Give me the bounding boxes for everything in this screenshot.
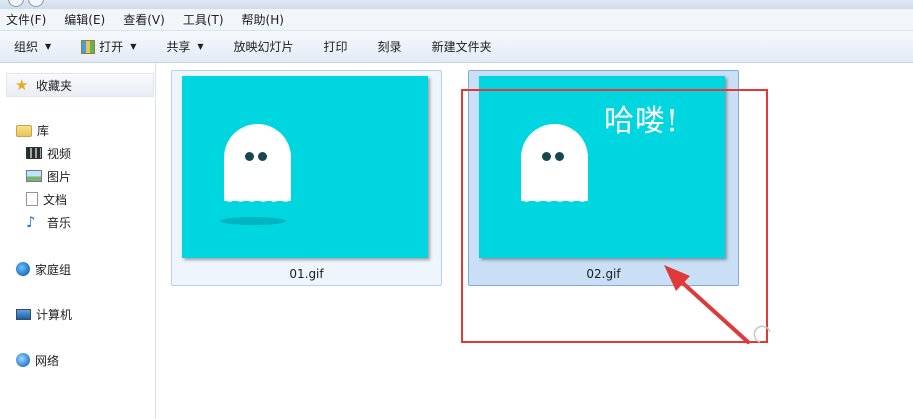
open-label: 打开 [99, 40, 124, 54]
ghost-eye-right [555, 152, 564, 161]
forward-button[interactable] [28, 0, 44, 7]
file-tile-01[interactable]: 01.gif [171, 70, 442, 286]
menu-view[interactable]: 查看(V) [123, 11, 165, 28]
ghost-image [224, 124, 291, 201]
nav-network[interactable]: 网络 [16, 350, 59, 370]
print-button[interactable]: 打印 [316, 35, 356, 59]
ghost-eye-left [542, 152, 551, 161]
nav-videos-label: 视频 [47, 146, 72, 161]
file-name: 01.gif [289, 267, 324, 281]
share-button[interactable]: 共享 ▼ [158, 35, 211, 59]
chevron-down-icon: ▼ [130, 42, 137, 51]
organize-label: 组织 [14, 40, 39, 54]
menu-file[interactable]: 文件(F) [6, 11, 46, 28]
star-icon: ★ [15, 76, 29, 94]
burn-button[interactable]: 刻录 [370, 35, 410, 59]
navigation-pane: ★ 收藏夹 库 视频 图片 文档 ♪ 音乐 家庭组 计算机 网络 [0, 63, 156, 419]
ghost-skirt [224, 196, 291, 206]
menu-tools[interactable]: 工具(T) [183, 11, 224, 28]
nav-computer-label: 计算机 [36, 307, 73, 322]
ghost-image [521, 124, 588, 201]
music-note-icon: ♪ [26, 213, 36, 231]
ghost-skirt [521, 196, 588, 206]
homegroup-icon [16, 262, 30, 276]
new-folder-label: 新建文件夹 [431, 40, 492, 54]
command-toolbar: 组织 ▼ 打开 ▼ 共享 ▼ 放映幻灯片 打印 刻录 新建文件夹 [0, 31, 913, 63]
open-button[interactable]: 打开 ▼ [73, 35, 144, 59]
file-name: 02.gif [586, 267, 621, 281]
gif-thumbnail: 哈喽! [479, 76, 725, 258]
burn-label: 刻录 [377, 40, 402, 54]
nav-homegroup-label: 家庭组 [35, 262, 72, 277]
nav-computer[interactable]: 计算机 [16, 304, 72, 324]
file-list-view: 01.gif 哈喽! 02.gif [157, 63, 913, 419]
nav-network-label: 网络 [35, 353, 60, 368]
menu-edit[interactable]: 编辑(E) [64, 11, 105, 28]
nav-favorites[interactable]: ★ 收藏夹 [6, 73, 154, 97]
ghost-shadow [220, 217, 286, 225]
file-tile-02-selected[interactable]: 哈喽! 02.gif [468, 70, 739, 286]
nav-pictures[interactable]: 图片 [26, 166, 71, 186]
chevron-down-icon: ▼ [45, 42, 52, 51]
pictures-icon [26, 170, 42, 182]
nav-music[interactable]: ♪ 音乐 [26, 212, 71, 232]
nav-homegroup[interactable]: 家庭组 [16, 259, 71, 279]
nav-libraries-label: 库 [37, 123, 50, 138]
menu-bar: 文件(F) 编辑(E) 查看(V) 工具(T) 帮助(H) [0, 9, 913, 31]
new-folder-button[interactable]: 新建文件夹 [424, 35, 500, 59]
back-button[interactable] [8, 0, 24, 7]
library-folder-icon [16, 125, 32, 137]
menu-help[interactable]: 帮助(H) [242, 11, 284, 28]
open-with-icon [81, 39, 96, 54]
nav-videos[interactable]: 视频 [26, 143, 71, 163]
share-label: 共享 [166, 40, 191, 54]
nav-favorites-label: 收藏夹 [36, 78, 73, 93]
title-bar-strip [0, 0, 913, 9]
ghost-eye-left [245, 152, 254, 161]
network-icon [16, 353, 30, 367]
print-label: 打印 [323, 40, 348, 54]
chevron-down-icon: ▼ [197, 42, 204, 51]
gif-thumbnail [182, 76, 428, 258]
organize-button[interactable]: 组织 ▼ [6, 35, 59, 59]
nav-pictures-label: 图片 [47, 169, 72, 184]
nav-documents-label: 文档 [43, 192, 68, 207]
video-icon [26, 147, 42, 159]
nav-libraries[interactable]: 库 [16, 120, 49, 140]
ghost-eye-right [258, 152, 267, 161]
computer-icon [16, 308, 31, 320]
document-icon [26, 192, 38, 206]
nav-documents[interactable]: 文档 [26, 189, 67, 209]
slideshow-button[interactable]: 放映幻灯片 [226, 35, 302, 59]
slideshow-label: 放映幻灯片 [233, 40, 294, 54]
gif-overlay-text: 哈喽! [604, 104, 680, 139]
nav-music-label: 音乐 [47, 215, 72, 230]
